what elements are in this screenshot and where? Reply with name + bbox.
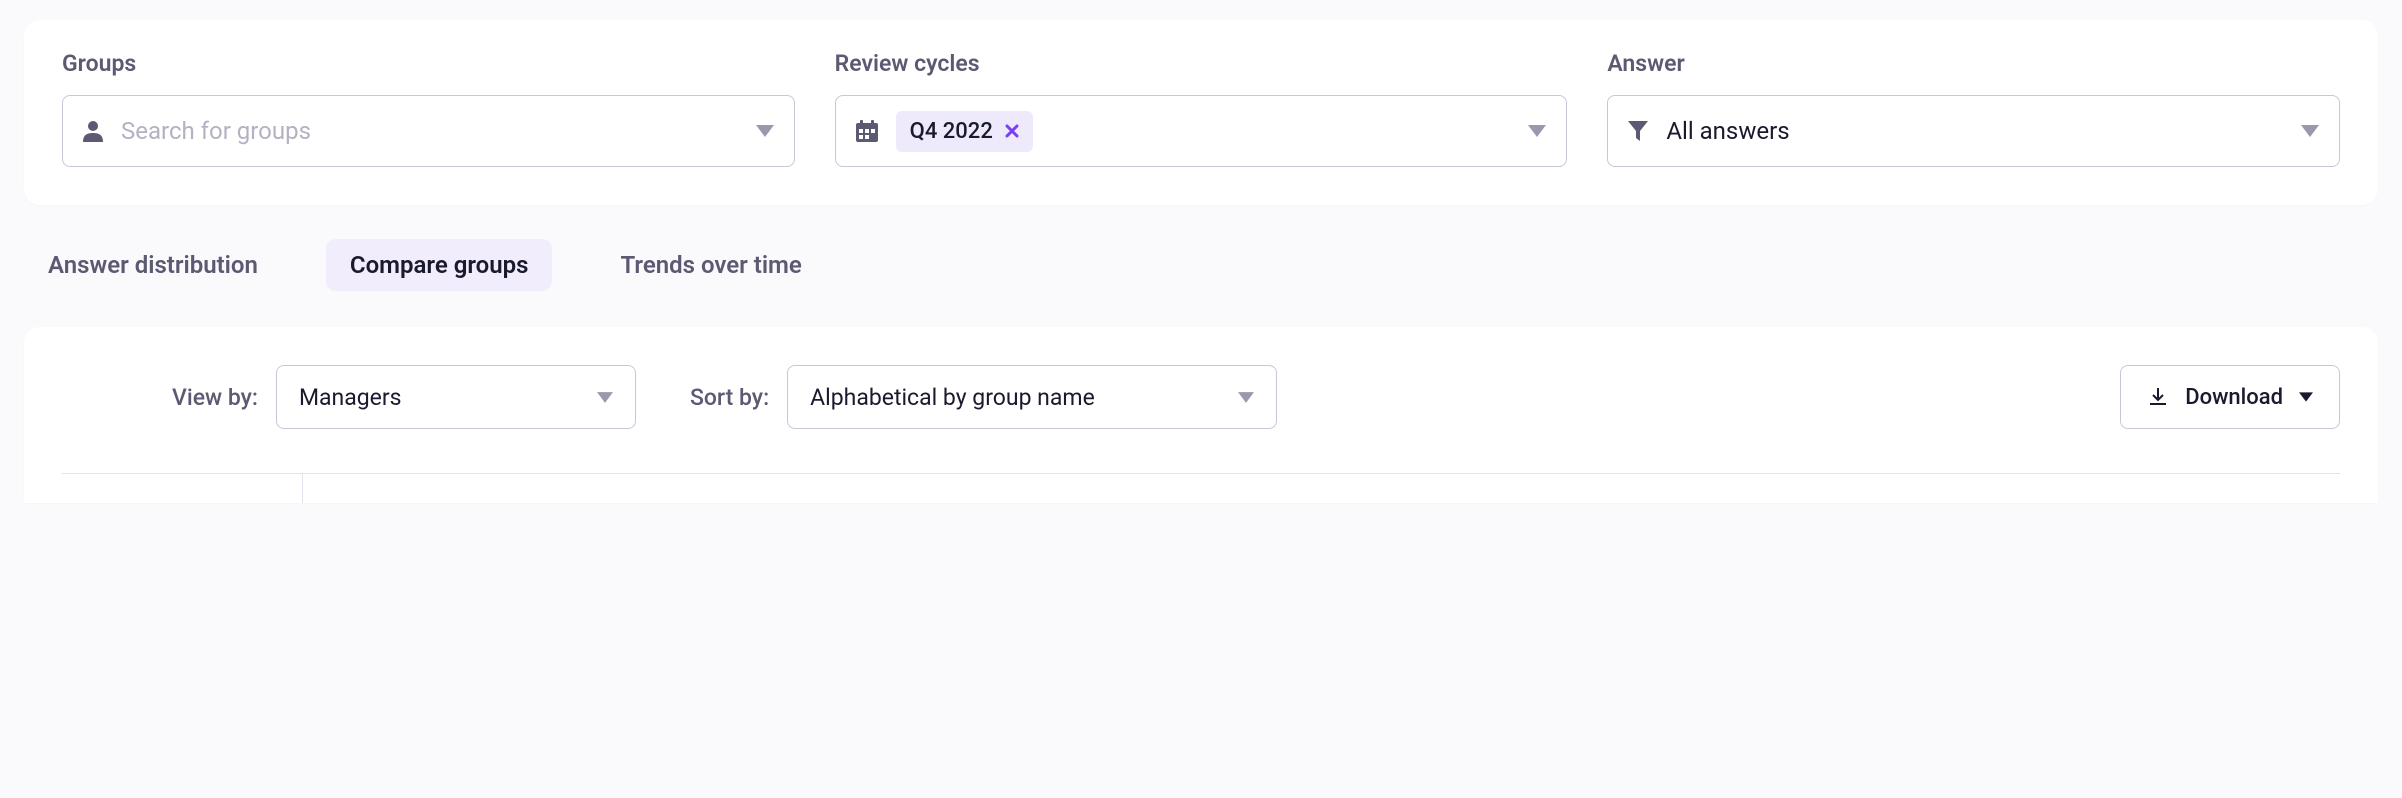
filter-review-cycles: Review cycles Q4 2022 [835, 50, 1568, 167]
chevron-down-icon [597, 392, 613, 403]
tabs: Answer distribution Compare groups Trend… [0, 205, 2402, 309]
review-cycles-chips: Q4 2022 [896, 111, 1529, 152]
sort-by-label: Sort by: [690, 384, 769, 411]
answer-value: All answers [1666, 117, 2301, 145]
chip-label: Q4 2022 [910, 119, 993, 144]
sort-by-select[interactable]: Alphabetical by group name [787, 365, 1277, 429]
filter-groups-label: Groups [62, 50, 795, 77]
caret-down-icon [2299, 392, 2313, 402]
download-button[interactable]: Download [2120, 365, 2340, 429]
filter-groups: Groups Search for groups [62, 50, 795, 167]
toolbar: View by: Managers Sort by: Alphabetical … [62, 365, 2340, 429]
review-cycles-dropdown[interactable]: Q4 2022 [835, 95, 1568, 167]
download-label: Download [2185, 385, 2283, 410]
chevron-down-icon [1528, 125, 1546, 137]
filter-review-cycles-label: Review cycles [835, 50, 1568, 77]
chevron-down-icon [756, 125, 774, 137]
table-header-divider [62, 473, 2340, 503]
review-cycle-chip: Q4 2022 [896, 111, 1033, 152]
filter-icon [1628, 121, 1648, 141]
calendar-icon [856, 120, 878, 142]
content-card: View by: Managers Sort by: Alphabetical … [24, 327, 2378, 503]
person-icon [83, 120, 103, 142]
tab-answer-distribution[interactable]: Answer distribution [44, 239, 282, 291]
groups-placeholder: Search for groups [121, 117, 756, 145]
filter-card: Groups Search for groups Review cycles [24, 20, 2378, 205]
groups-dropdown[interactable]: Search for groups [62, 95, 795, 167]
answer-dropdown[interactable]: All answers [1607, 95, 2340, 167]
close-icon[interactable] [1005, 124, 1019, 138]
view-by-value: Managers [299, 384, 402, 411]
download-icon [2147, 386, 2169, 408]
tab-trends-over-time[interactable]: Trends over time [596, 239, 825, 291]
tab-compare-groups[interactable]: Compare groups [326, 239, 553, 291]
chevron-down-icon [2301, 125, 2319, 137]
filter-answer-label: Answer [1607, 50, 2340, 77]
chevron-down-icon [1238, 392, 1254, 403]
view-by-label: View by: [172, 384, 258, 411]
sort-by-value: Alphabetical by group name [810, 384, 1095, 411]
view-by-select[interactable]: Managers [276, 365, 636, 429]
filter-answer: Answer All answers [1607, 50, 2340, 167]
